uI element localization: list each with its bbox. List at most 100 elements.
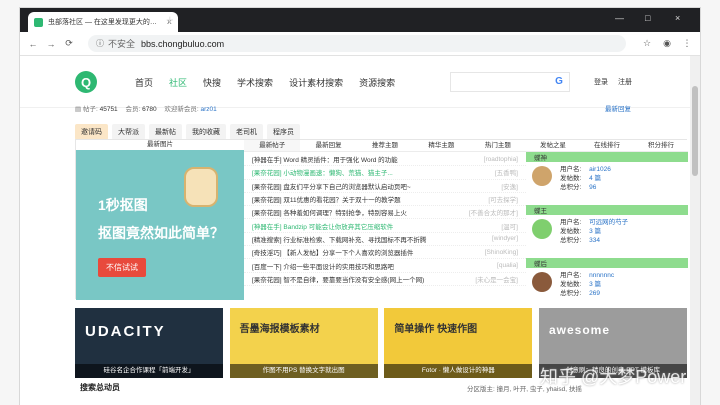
post-title[interactable]: [百度一下] 介绍一些平面设计的实用技巧和思路吧 [252, 261, 458, 271]
menu-design-search[interactable]: 设计素材搜索 [289, 76, 343, 89]
post-row[interactable]: [神器在手] Bandzip 可能会让你放弃其它压缩软件 [温可] [244, 219, 526, 233]
tab-post-stars[interactable]: 发帖之星 [526, 140, 580, 151]
scrollbar-thumb[interactable] [692, 86, 698, 176]
posts-label: 发帖数 [560, 228, 580, 235]
forum-panel: 最新图片 1秒抠图 抠图竟然如此简单？ 不信试试 最新帖子 最新回复 推荐主题 … [75, 139, 688, 300]
menu-academic-search[interactable]: 学术搜索 [237, 76, 273, 89]
menu-home[interactable]: 首页 [135, 76, 153, 89]
back-icon[interactable]: ← [26, 39, 40, 49]
avatar[interactable] [532, 272, 552, 292]
post-title[interactable]: [果奈花园] 智不是自律，要靠要当作没有安全感(网上一个网) [252, 274, 458, 284]
try-button[interactable]: 不信试试 [98, 258, 146, 277]
tab-recommended[interactable]: 推荐主题 [357, 140, 413, 151]
user-name[interactable]: 可远网的芍子 [589, 219, 628, 226]
post-author[interactable]: [可去探学] [458, 194, 518, 204]
post-title[interactable]: [奇技淫巧] 【新人发帖】分享一下个人喜欢的浏览器插件 [252, 247, 458, 257]
star-icon[interactable]: ☆ [640, 38, 654, 49]
user-score: 96 [589, 184, 597, 191]
browser-window: 虫部落社区 — 在这里发现更大的… × + — □ × ← → ⟳ ⓘ 不安全 … [20, 8, 700, 405]
post-title[interactable]: [精准搜索] 行业标准检索、下载网补充、寻找国标不再不折腾 [252, 234, 458, 244]
chip-newest[interactable]: 最新帖 [149, 124, 182, 140]
post-author[interactable]: [未心是一会宝] [458, 274, 518, 284]
post-row[interactable]: [果奈花园] 各种羞如何调理？特别抢争，特别容易上火 [不善合太的那才] [244, 206, 526, 220]
members-count: 6780 [142, 106, 157, 113]
chip-invite[interactable]: 邀请码 [75, 124, 108, 140]
menu-community[interactable]: 社区 [169, 76, 187, 89]
new-tab-button[interactable]: + [166, 12, 174, 27]
post-author[interactable]: [温可] [458, 221, 518, 231]
post-row[interactable]: [果奈花园] 盘友们平分享下自己的浏览器默认启动页吧~ [安逸] [244, 180, 526, 193]
title-bar: 虫部落社区 — 在这里发现更大的… × + — □ × [20, 8, 700, 32]
reload-icon[interactable]: ⟳ [62, 38, 76, 49]
login-link[interactable]: 登录 [594, 79, 608, 86]
main-menu: 首页 社区 快搜 学术搜索 设计素材搜索 资源搜索 [135, 76, 411, 89]
user-name[interactable]: nnnnnnc [589, 272, 614, 279]
tab-essence[interactable]: 精华主题 [413, 140, 469, 151]
tab-hot[interactable]: 热门主题 [470, 140, 526, 151]
menu-resource-search[interactable]: 资源搜索 [359, 76, 395, 89]
chip-favorites[interactable]: 我的收藏 [186, 124, 226, 140]
google-search-icon[interactable]: G [550, 73, 568, 91]
post-title[interactable]: [果奈花园] 小动物漫画速：懒狗、荒猫、猫主子... [252, 167, 458, 177]
featured-image[interactable]: 最新图片 1秒抠图 抠图竟然如此简单？ 不信试试 [76, 140, 244, 300]
menu-quick-search[interactable]: 快搜 [203, 76, 221, 89]
rank-entry[interactable]: 用户名: nnnnnnc 发帖数: 3 篇 总积分: 269 [526, 268, 688, 311]
post-title[interactable]: [果奈花园] 各种羞如何调理？特别抢争，特别容易上火 [252, 207, 458, 217]
chart-icon: ▤ [75, 106, 82, 113]
post-author[interactable]: [不善合太的那才] [458, 207, 518, 217]
newest-member-link[interactable]: arz01 [201, 106, 217, 113]
post-row[interactable]: [精准搜索] 行业标准检索、下载网补充、寻找国标不再不折腾 [windyer] [244, 233, 526, 247]
post-row[interactable]: [果奈花园] 小动物漫画速：懒狗、荒猫、猫主子... [五香鸭] [244, 166, 526, 180]
post-author[interactable]: [安逸] [458, 181, 518, 191]
chip-driver[interactable]: 老司机 [230, 124, 263, 140]
scrollbar[interactable] [690, 56, 700, 405]
user-posts: 3 篇 [589, 228, 602, 235]
post-author[interactable]: [五香鸭] [458, 167, 518, 177]
score-label: 总积分 [560, 290, 580, 297]
post-author[interactable]: [roadtophia] [458, 156, 518, 163]
chip-programmer[interactable]: 程序员 [267, 124, 300, 140]
user-posts: 3 篇 [589, 281, 602, 288]
rank-entry[interactable]: 用户名: air1026 发帖数: 4 篇 总积分: 96 [526, 162, 688, 205]
account-icon[interactable]: ◉ [660, 38, 674, 49]
post-title[interactable]: [神器在手] Word 精灵插件：用于强化 Word 的功能 [252, 154, 458, 164]
forum-stats: ▤ 帖子: 45751 会员: 6780 欢迎新会员: arz01 [75, 106, 217, 113]
forward-icon[interactable]: → [44, 39, 58, 49]
register-link[interactable]: 注册 [618, 79, 632, 86]
post-title[interactable]: [神器在手] Bandzip 可能会让你放弃其它压缩软件 [252, 221, 458, 231]
post-row[interactable]: [奇技淫巧] 【新人发帖】分享一下个人喜欢的浏览器插件 [ShinoKing] [244, 246, 526, 260]
post-author[interactable]: [windyer] [458, 235, 518, 242]
site-logo-icon[interactable]: Q [75, 71, 97, 93]
url-field[interactable]: ⓘ 不安全 bbs.chongbuluo.com [88, 35, 626, 52]
promo-card[interactable]: 吾墨海报模板素材 作图不用PS 替换文字就出图 [229, 308, 378, 378]
tab-latest-replies[interactable]: 最新回复 [300, 140, 356, 151]
rank-entry[interactable]: 用户名: 可远网的芍子 发帖数: 3 篇 总积分: 334 [526, 215, 688, 258]
user-name[interactable]: air1026 [589, 166, 611, 173]
promo-title: awesome [548, 323, 610, 337]
post-row[interactable]: [果奈花园] 智不是自律，要靠要当作没有安全感(网上一个网) [未心是一会宝] [244, 273, 526, 286]
chip-gang[interactable]: 大帮派 [112, 124, 145, 140]
maximize-icon[interactable]: □ [645, 13, 650, 23]
post-title[interactable]: [果奈花园] 盘友们平分享下自己的浏览器默认启动页吧~ [252, 181, 458, 191]
post-author[interactable]: [ShinoKing] [458, 249, 518, 256]
post-author[interactable]: [qualia] [458, 262, 518, 269]
browser-tab[interactable]: 虫部落社区 — 在这里发现更大的… × [28, 12, 178, 32]
close-window-icon[interactable]: × [675, 13, 680, 23]
promo-card[interactable]: 简单操作 快速作图 Fotor · 懒人做设计的神器 [384, 308, 533, 378]
avatar[interactable] [532, 166, 552, 186]
url-text[interactable]: bbs.chongbuluo.com [141, 39, 224, 49]
menu-icon[interactable]: ⋮ [680, 38, 694, 49]
avatar[interactable] [532, 219, 552, 239]
tab-latest-posts[interactable]: 最新帖子 [244, 140, 301, 151]
post-title[interactable]: [果奈花园] 双11优惠的看花园？关于双十一的教学题 [252, 194, 458, 204]
tab-online-rank[interactable]: 在线排行 [580, 140, 634, 151]
promo-card[interactable]: UDACITY 硅谷名企合作课程「前端开发」 [75, 308, 223, 378]
section-title: 搜索总动员 [80, 383, 120, 392]
post-row[interactable]: [果奈花园] 双11优惠的看花园？关于双十一的教学题 [可去探学] [244, 193, 526, 207]
post-row[interactable]: [百度一下] 介绍一些平面设计的实用技巧和思路吧 [qualia] [244, 259, 526, 273]
post-row[interactable]: [神器在手] Word 精灵插件：用于强化 Word 的功能 [roadtophi… [244, 153, 526, 167]
score-label: 总积分 [560, 237, 580, 244]
tab-score-rank[interactable]: 积分排行 [634, 140, 688, 151]
minimize-icon[interactable]: — [615, 13, 624, 23]
latest-reply-link[interactable]: 最新回复 [605, 103, 631, 113]
